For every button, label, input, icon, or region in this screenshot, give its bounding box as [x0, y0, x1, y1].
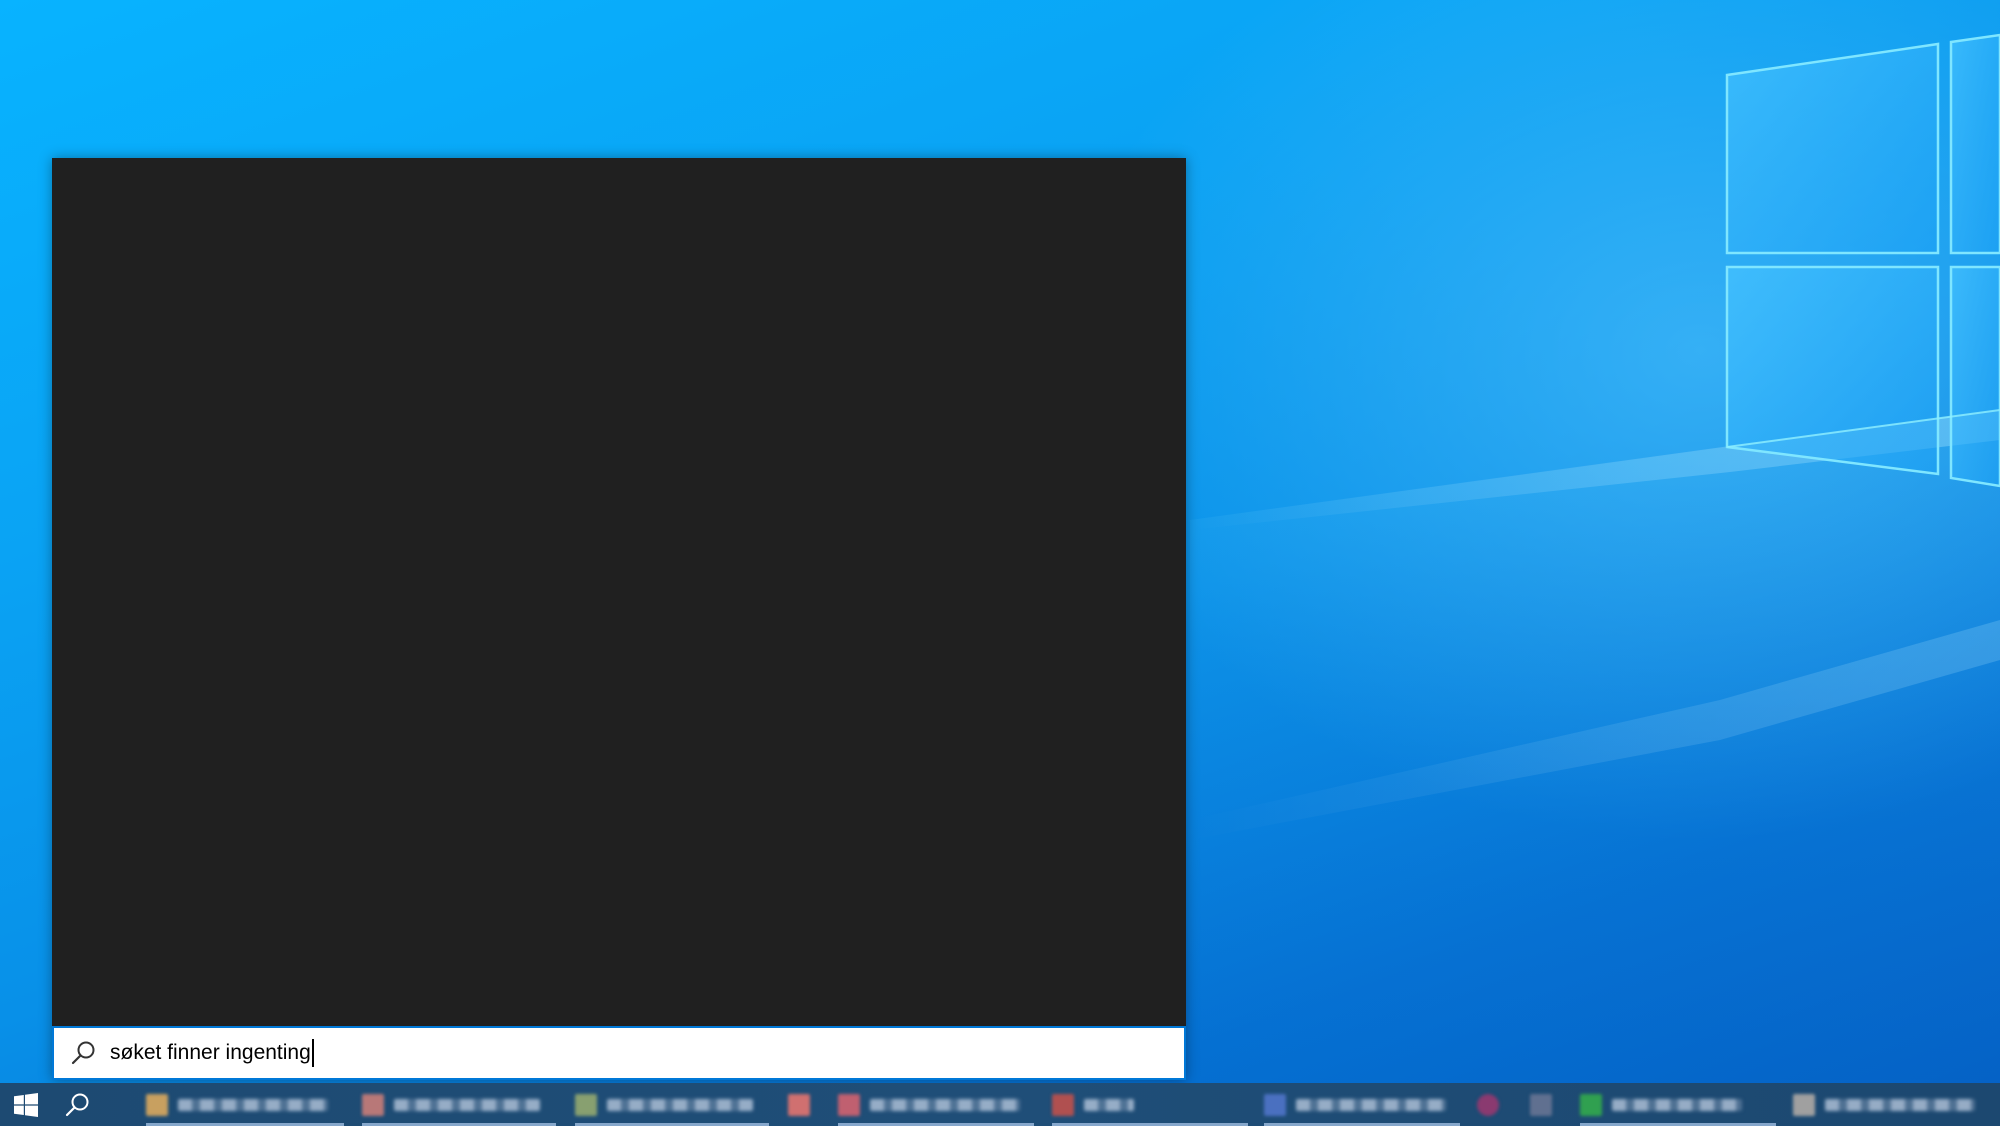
search-input[interactable]: søket finner ingenting — [110, 1038, 314, 1068]
app-icon — [838, 1093, 860, 1116]
taskbar-search-button[interactable] — [52, 1083, 104, 1126]
app-label-redacted — [394, 1098, 540, 1111]
text-caret — [311, 1039, 314, 1067]
search-box[interactable]: søket finner ingenting — [52, 1026, 1186, 1080]
taskbar-app-4[interactable] — [788, 1083, 822, 1126]
search-results-area — [52, 158, 1186, 1026]
taskbar-app-11[interactable] — [1793, 1083, 1989, 1126]
app-label-redacted — [1612, 1098, 1742, 1111]
app-label-redacted — [607, 1098, 753, 1111]
app-label-redacted — [178, 1098, 328, 1111]
app-icon — [1793, 1093, 1815, 1116]
taskbar-app-9[interactable] — [1530, 1083, 1560, 1126]
app-icon — [1580, 1093, 1602, 1116]
taskbar-app-10[interactable] — [1580, 1083, 1776, 1126]
taskbar-app-3[interactable] — [575, 1083, 769, 1126]
app-icon — [1477, 1093, 1499, 1116]
app-icon — [575, 1093, 597, 1116]
search-icon — [70, 1039, 98, 1067]
windows-logo-icon — [14, 1092, 38, 1117]
taskbar — [0, 1083, 2000, 1126]
taskbar-app-6[interactable] — [1052, 1083, 1248, 1126]
app-icon — [788, 1093, 810, 1116]
taskbar-app-8[interactable] — [1477, 1083, 1507, 1126]
search-query-text: søket finner ingenting — [110, 1041, 311, 1064]
app-icon — [1052, 1093, 1074, 1116]
app-icon — [1530, 1093, 1552, 1116]
search-icon — [65, 1093, 89, 1116]
search-flyout: søket finner ingenting — [52, 158, 1186, 1080]
taskbar-app-1[interactable] — [146, 1083, 344, 1126]
app-icon — [362, 1093, 384, 1116]
taskbar-app-2[interactable] — [362, 1083, 556, 1126]
app-label-redacted — [1296, 1098, 1446, 1111]
app-label-redacted — [1825, 1098, 1975, 1111]
app-label-redacted — [1084, 1098, 1134, 1111]
taskbar-app-5[interactable] — [838, 1083, 1034, 1126]
app-icon — [146, 1093, 168, 1116]
start-button[interactable] — [0, 1083, 52, 1126]
app-label-redacted — [870, 1098, 1020, 1111]
taskbar-app-7[interactable] — [1264, 1083, 1460, 1126]
app-icon — [1264, 1093, 1286, 1116]
